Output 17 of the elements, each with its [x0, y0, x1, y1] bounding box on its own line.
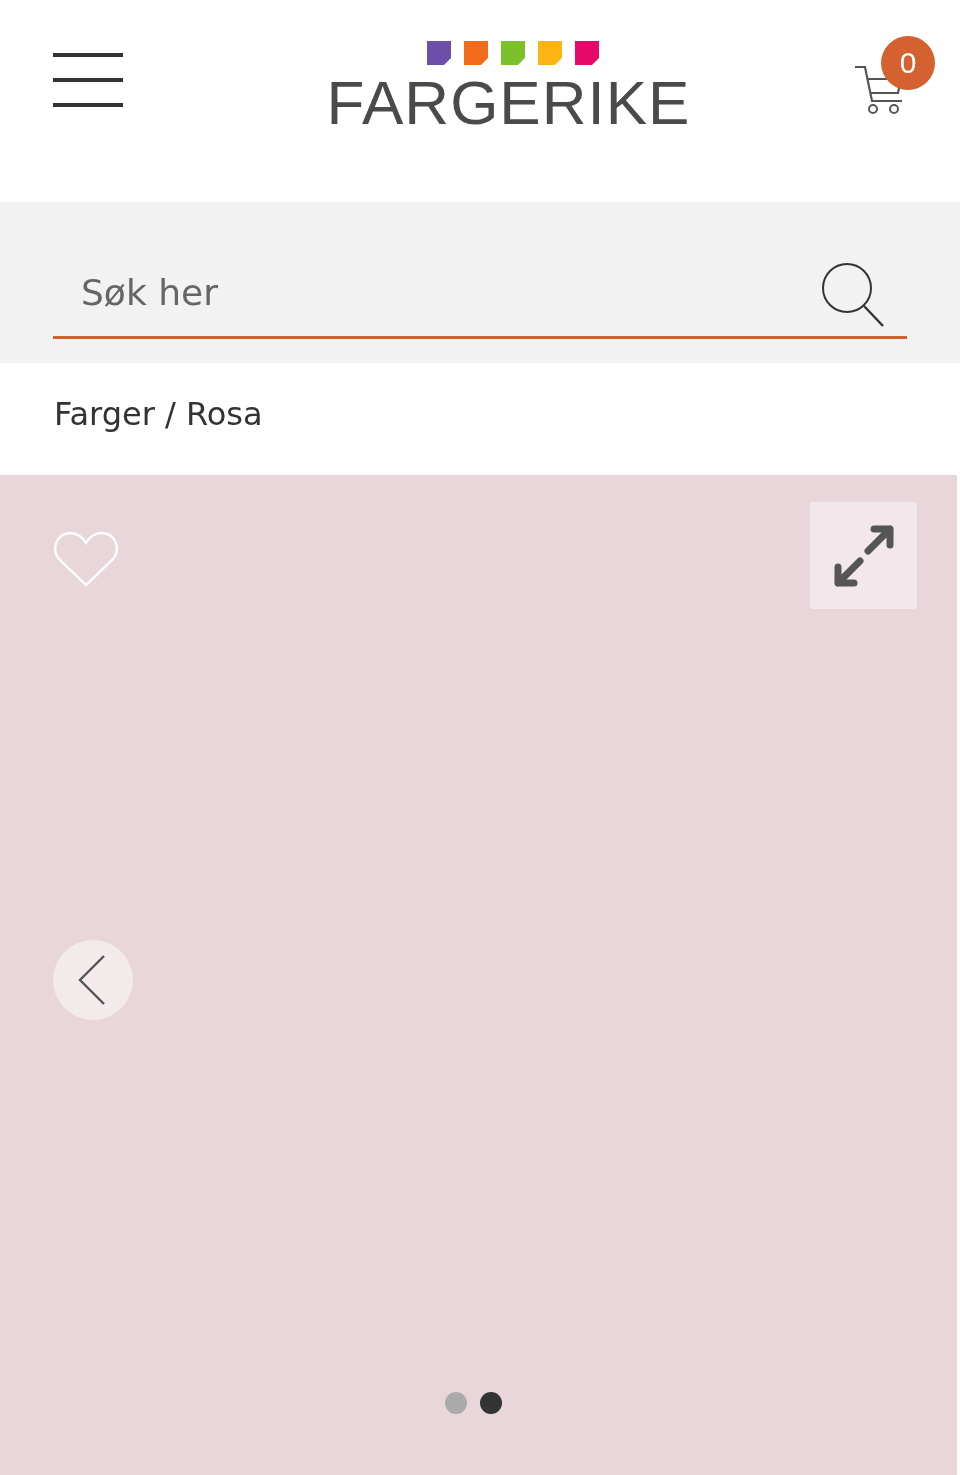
- carousel-dot[interactable]: [480, 1392, 502, 1414]
- logo[interactable]: FARGERIKE: [326, 41, 691, 135]
- carousel-dot[interactable]: [445, 1392, 467, 1414]
- cart-button[interactable]: 0: [854, 36, 934, 116]
- expand-button[interactable]: [810, 502, 917, 609]
- cart-count-badge: 0: [881, 36, 935, 90]
- search-icon: [821, 262, 885, 328]
- search-field[interactable]: Søk her: [53, 248, 821, 336]
- search-bar[interactable]: Søk her: [0, 202, 960, 363]
- breadcrumb-text: Farger / Rosa: [54, 395, 263, 433]
- chevron-left-icon: [78, 954, 106, 1006]
- menu-button[interactable]: [53, 53, 123, 109]
- heart-icon: [53, 530, 119, 588]
- search-button[interactable]: [821, 262, 885, 328]
- expand-icon: [831, 524, 896, 587]
- menu-icon: [53, 53, 123, 109]
- logo-text: FARGERIKE: [326, 71, 691, 135]
